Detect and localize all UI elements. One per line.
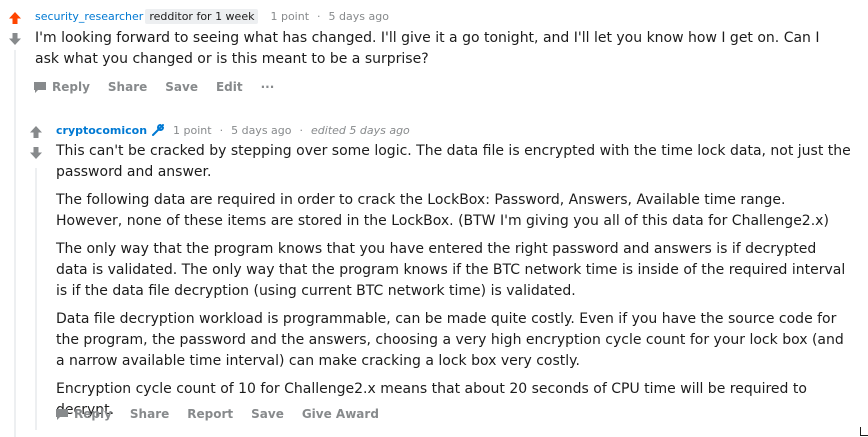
comment-header: cryptocomicon 1 point · 5 days ago · edi… <box>56 123 410 137</box>
separator: · <box>299 123 304 137</box>
thread-line[interactable] <box>35 168 37 430</box>
comment-body: I'm looking forward to seeing what has c… <box>35 30 820 67</box>
thread-line[interactable] <box>14 50 16 437</box>
user-flair: redditor for 1 week <box>145 9 259 24</box>
comment-header: security_researcher redditor for 1 week … <box>35 9 389 24</box>
reply-label: Reply <box>74 407 112 421</box>
arrow-down-icon <box>9 33 21 45</box>
wrench-icon <box>152 124 165 136</box>
paragraph: Data file decryption workload is program… <box>56 311 844 369</box>
comment-body: This can't be cracked by stepping over s… <box>56 141 852 421</box>
paragraph: The following data are required in order… <box>56 192 829 229</box>
downvote-button[interactable] <box>7 32 23 46</box>
arrow-down-icon <box>30 147 42 159</box>
timestamp[interactable]: 5 days ago <box>231 124 291 137</box>
timestamp[interactable]: 5 days ago <box>329 10 389 23</box>
separator: · <box>219 123 224 137</box>
upvote-button[interactable] <box>7 11 23 25</box>
report-button[interactable]: Report <box>187 407 233 421</box>
downvote-button[interactable] <box>28 146 44 160</box>
paragraph: The only way that the program knows that… <box>56 241 846 299</box>
give-award-button[interactable]: Give Award <box>302 407 379 421</box>
share-button[interactable]: Share <box>108 80 147 94</box>
reply-label: Reply <box>52 80 90 94</box>
resize-corner <box>860 427 868 436</box>
edit-button[interactable]: Edit <box>216 80 243 94</box>
points: 1 point <box>270 10 310 23</box>
share-button[interactable]: Share <box>130 407 169 421</box>
author-link[interactable]: security_researcher <box>35 10 143 23</box>
upvote-button[interactable] <box>28 125 44 139</box>
comment-actions: Reply Share Save Edit ··· <box>33 80 292 94</box>
paragraph: This can't be cracked by stepping over s… <box>56 143 851 180</box>
reply-button[interactable]: Reply <box>55 407 112 421</box>
author-link[interactable]: cryptocomicon <box>56 124 147 137</box>
more-options-button[interactable]: ··· <box>261 80 275 94</box>
separator: · <box>317 10 321 23</box>
reply-button[interactable]: Reply <box>33 80 90 94</box>
arrow-up-icon <box>9 12 21 24</box>
save-button[interactable]: Save <box>251 407 284 421</box>
save-button[interactable]: Save <box>165 80 198 94</box>
comment-icon <box>34 81 46 93</box>
points: 1 point <box>173 123 212 137</box>
arrow-up-icon <box>30 126 42 138</box>
comment-icon <box>56 408 68 420</box>
comment-actions: Reply Share Report Save Give Award <box>55 407 397 421</box>
edited-timestamp: edited 5 days ago <box>311 123 410 137</box>
